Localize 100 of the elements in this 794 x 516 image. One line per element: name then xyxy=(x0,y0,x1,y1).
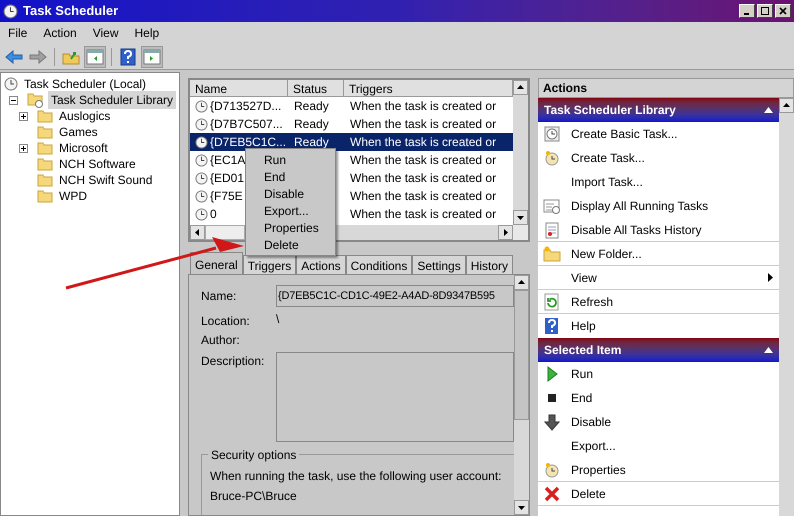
detail-tab[interactable]: History xyxy=(466,255,514,274)
task-name-cell[interactable]: {F75E xyxy=(210,187,243,205)
context-menu-item[interactable]: Export... xyxy=(246,202,335,219)
task-name-cell[interactable]: {D7B7C507... xyxy=(210,115,283,133)
maximize-button[interactable] xyxy=(757,4,773,18)
context-menu-item[interactable]: End xyxy=(246,168,335,185)
command-link[interactable]: Delete xyxy=(538,482,779,506)
trigger-cell-text: When the task is created or xyxy=(349,170,496,187)
scrollbar-thumb[interactable] xyxy=(514,290,529,420)
command-link[interactable]: Disable xyxy=(538,410,779,434)
command-link[interactable]: Run xyxy=(538,362,779,386)
command-link[interactable]: Export... xyxy=(538,434,779,458)
command-link[interactable]: Refresh xyxy=(538,290,779,314)
detail-tab[interactable]: Conditions xyxy=(346,255,412,274)
clock-icon xyxy=(195,172,208,184)
context-menu-item[interactable]: Disable xyxy=(246,185,335,202)
menu-item[interactable]: Help xyxy=(126,24,168,42)
command-link[interactable]: Create Task... xyxy=(538,146,779,170)
status-cell: Ready xyxy=(294,117,329,131)
task-name-cell[interactable]: {ED01 xyxy=(210,169,244,187)
column-header[interactable]: Status xyxy=(288,80,344,96)
tree-item[interactable]: Games xyxy=(56,123,101,141)
clock-icon xyxy=(543,460,561,478)
task-name-cell[interactable]: 0 xyxy=(210,205,217,223)
expander-toggle[interactable] xyxy=(9,96,18,104)
tree-item[interactable]: Microsoft xyxy=(56,139,111,157)
vertical-scrollbar[interactable] xyxy=(514,275,529,515)
tree-item[interactable]: NCH Swift Sound xyxy=(56,171,156,189)
command-link[interactable]: Properties xyxy=(538,458,779,482)
task-name-cell[interactable]: {D713527D... xyxy=(210,97,282,115)
description-label: Description: xyxy=(201,353,266,370)
detail-tab[interactable]: Settings xyxy=(412,255,466,274)
minimize-button[interactable] xyxy=(739,4,755,18)
detail-tab[interactable]: Actions xyxy=(296,255,346,274)
command-link[interactable]: Import Task... xyxy=(538,170,779,194)
clock-task-icon xyxy=(543,125,561,143)
command-link[interactable]: View xyxy=(538,266,779,290)
close-button[interactable] xyxy=(775,4,791,18)
clock-icon xyxy=(4,77,18,91)
folder-icon xyxy=(37,125,53,139)
scrollbar-thumb[interactable] xyxy=(205,225,245,240)
pane-right-icon xyxy=(143,48,161,64)
section-header[interactable]: Selected Item xyxy=(538,338,779,362)
toolbar-button[interactable] xyxy=(84,46,106,68)
menu-item[interactable]: File xyxy=(0,24,36,42)
task-name-cell[interactable]: {EC1A xyxy=(210,151,246,169)
collapse-icon xyxy=(764,107,773,113)
tree-item[interactable]: Auslogics xyxy=(56,107,114,125)
context-menu-item[interactable]: Run xyxy=(246,151,335,168)
task-list-icon xyxy=(543,197,561,215)
menu-item[interactable]: View xyxy=(84,24,126,42)
detail-tab[interactable]: Triggers xyxy=(242,255,296,274)
name-field[interactable]: {D7EB5C1C-CD1C-49E2-A4AD-8D9347B595 xyxy=(276,285,514,307)
context-menu-item[interactable]: Delete xyxy=(246,236,335,253)
detail-tab[interactable]: General xyxy=(190,252,243,274)
expander-toggle[interactable] xyxy=(19,144,28,152)
author-label: Author: xyxy=(201,332,240,349)
scroll-arrow-button[interactable] xyxy=(498,225,513,240)
down-arrow-icon xyxy=(518,504,525,511)
folder-clock-icon xyxy=(27,92,45,108)
command-link[interactable]: New Folder... xyxy=(538,242,779,266)
column-header[interactable]: Name xyxy=(190,80,288,96)
folder-icon xyxy=(37,141,53,155)
clock-icon xyxy=(195,136,208,148)
tree-item[interactable]: Task Scheduler (Local) xyxy=(21,75,150,93)
scroll-arrow-button[interactable] xyxy=(514,275,529,290)
command-link[interactable]: Display All Running Tasks xyxy=(538,194,779,218)
plus-icon xyxy=(20,112,27,120)
vertical-scrollbar[interactable] xyxy=(513,80,528,225)
section-header[interactable]: Task Scheduler Library xyxy=(538,98,779,122)
scroll-arrow-button[interactable] xyxy=(513,210,528,225)
tree-item[interactable]: Task Scheduler Library xyxy=(48,91,176,109)
command-link[interactable]: Disable All Tasks History xyxy=(538,218,779,242)
notepad-icon xyxy=(543,220,561,238)
command-link[interactable]: End xyxy=(538,386,779,410)
scroll-arrow-button[interactable] xyxy=(513,80,528,95)
tree-item[interactable]: WPD xyxy=(56,187,90,205)
tree-item[interactable]: NCH Software xyxy=(56,155,139,173)
menu-item[interactable]: Action xyxy=(35,24,85,42)
command-link[interactable]: Help xyxy=(538,314,779,338)
maximize-icon xyxy=(761,7,769,15)
clock-icon xyxy=(195,190,208,202)
expander-toggle[interactable] xyxy=(19,112,28,120)
vertical-scrollbar[interactable] xyxy=(779,98,794,516)
trigger-cell-text: When the task is created or xyxy=(349,116,496,133)
user-account: Bruce-PC\Bruce xyxy=(210,488,297,505)
command-link[interactable]: Create Basic Task... xyxy=(538,122,779,146)
location-label: Location: xyxy=(201,313,251,330)
trigger-cell-text: When the task is created or xyxy=(349,98,496,115)
scroll-arrow-button[interactable] xyxy=(514,500,529,515)
up-arrow-icon xyxy=(783,102,790,109)
context-menu-item[interactable]: Properties xyxy=(246,219,335,236)
scroll-arrow-button[interactable] xyxy=(190,225,205,240)
description-field[interactable] xyxy=(276,352,514,442)
collapse-icon xyxy=(764,347,773,353)
clock-icon xyxy=(195,208,208,220)
toolbar-button[interactable] xyxy=(141,46,163,68)
forward-arrow-icon xyxy=(29,50,47,64)
submenu-arrow-icon xyxy=(768,273,773,282)
scroll-arrow-button[interactable] xyxy=(779,98,794,113)
